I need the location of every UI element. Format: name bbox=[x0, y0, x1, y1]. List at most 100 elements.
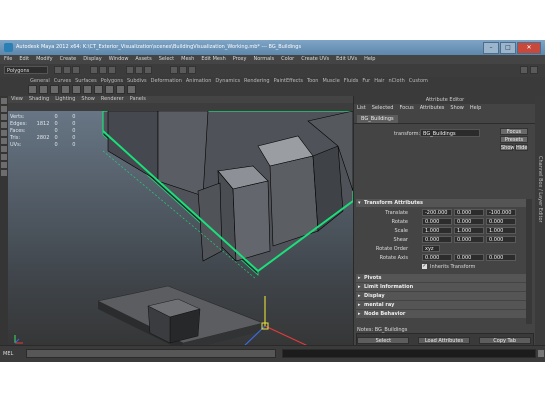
select-component-icon[interactable] bbox=[108, 66, 116, 74]
save-scene-icon[interactable] bbox=[72, 66, 80, 74]
channel-box-toggle-icon[interactable] bbox=[530, 66, 538, 74]
shear-xz-field[interactable]: 0.000 bbox=[454, 236, 484, 243]
viewport-menu-lighting[interactable]: Lighting bbox=[55, 96, 75, 103]
select-object-icon[interactable] bbox=[99, 66, 107, 74]
focus-button[interactable]: Focus bbox=[500, 128, 528, 135]
shelf-tab-animation[interactable]: Animation bbox=[186, 78, 212, 84]
show-button[interactable]: Show bbox=[500, 144, 515, 151]
menu-modify[interactable]: Modify bbox=[36, 55, 53, 64]
attribute-editor-toggle-icon[interactable] bbox=[520, 66, 528, 74]
perspective-viewport[interactable]: View Shading Lighting Show Renderer Pane… bbox=[8, 96, 353, 350]
menu-edit-uvs[interactable]: Edit UVs bbox=[336, 55, 357, 64]
shelf-tool-icon[interactable] bbox=[83, 85, 92, 94]
shelf-tool-icon[interactable] bbox=[116, 85, 125, 94]
lasso-tool-icon[interactable] bbox=[1, 106, 7, 112]
script-editor-icon[interactable] bbox=[538, 350, 544, 357]
menu-select[interactable]: Select bbox=[159, 55, 174, 64]
shelf-tab-muscle[interactable]: Muscle bbox=[322, 78, 339, 84]
menu-proxy[interactable]: Proxy bbox=[233, 55, 247, 64]
section-node-behavior[interactable]: Node Behavior bbox=[356, 310, 528, 318]
shelf-tool-icon[interactable] bbox=[61, 85, 70, 94]
menu-create[interactable]: Create bbox=[60, 55, 77, 64]
menu-normals[interactable]: Normals bbox=[253, 55, 274, 64]
shelf-tab-curves[interactable]: Curves bbox=[54, 78, 71, 84]
scale-x-field[interactable]: 1.000 bbox=[422, 227, 452, 234]
snap-curve-icon[interactable] bbox=[135, 66, 143, 74]
ae-menu-help[interactable]: Help bbox=[470, 104, 481, 112]
hide-button[interactable]: Hide bbox=[515, 144, 528, 151]
shelf-tab-dynamics[interactable]: Dynamics bbox=[215, 78, 240, 84]
copy-tab-button[interactable]: Copy Tab bbox=[478, 336, 531, 344]
shelf-tab-surfaces[interactable]: Surfaces bbox=[75, 78, 97, 84]
ae-menu-list[interactable]: List bbox=[357, 104, 366, 112]
shelf-tool-icon[interactable] bbox=[72, 85, 81, 94]
close-button[interactable]: ✕ bbox=[517, 42, 541, 54]
channel-box-tab[interactable]: Channel Box / Layer Editor bbox=[537, 156, 543, 223]
new-scene-icon[interactable] bbox=[54, 66, 62, 74]
rotate-axis-x-field[interactable]: 0.000 bbox=[422, 254, 452, 261]
translate-x-field[interactable]: -200.000 bbox=[422, 209, 452, 216]
attribute-editor-scrollbar[interactable] bbox=[526, 199, 532, 324]
paint-select-icon[interactable] bbox=[1, 114, 7, 120]
ae-menu-focus[interactable]: Focus bbox=[399, 104, 413, 112]
scale-z-field[interactable]: 1.000 bbox=[486, 227, 516, 234]
shelf-tool-icon[interactable] bbox=[105, 85, 114, 94]
menu-help[interactable]: Help bbox=[364, 55, 375, 64]
menu-color[interactable]: Color bbox=[281, 55, 294, 64]
shelf-tool-icon[interactable] bbox=[28, 85, 37, 94]
last-tool-icon[interactable] bbox=[1, 146, 7, 152]
ae-menu-attributes[interactable]: Attributes bbox=[420, 104, 445, 112]
menu-assets[interactable]: Assets bbox=[135, 55, 151, 64]
menu-display[interactable]: Display bbox=[83, 55, 101, 64]
shelf-tab-custom[interactable]: Custom bbox=[409, 78, 428, 84]
section-limit-information[interactable]: Limit Information bbox=[356, 283, 528, 291]
ae-menu-selected[interactable]: Selected bbox=[372, 104, 394, 112]
shelf-tab-fur[interactable]: Fur bbox=[362, 78, 370, 84]
shear-xy-field[interactable]: 0.000 bbox=[422, 236, 452, 243]
viewport-toolbar[interactable] bbox=[8, 103, 353, 111]
shelf-tab-hair[interactable]: Hair bbox=[374, 78, 384, 84]
maximize-button[interactable]: □ bbox=[500, 42, 516, 54]
shelf-tab-painteffects[interactable]: PaintEffects bbox=[274, 78, 303, 84]
presets-button[interactable]: Presets bbox=[500, 136, 528, 143]
open-scene-icon[interactable] bbox=[63, 66, 71, 74]
shelf-tab-general[interactable]: General bbox=[30, 78, 50, 84]
render-settings-icon[interactable] bbox=[188, 66, 196, 74]
render-icon[interactable] bbox=[170, 66, 178, 74]
snap-point-icon[interactable] bbox=[144, 66, 152, 74]
rotate-z-field[interactable]: 0.000 bbox=[486, 218, 516, 225]
menu-create-uvs[interactable]: Create UVs bbox=[301, 55, 329, 64]
load-attributes-button[interactable]: Load Attributes bbox=[417, 336, 470, 344]
select-tool-icon[interactable] bbox=[1, 98, 7, 104]
shelf-tool-icon[interactable] bbox=[127, 85, 136, 94]
section-mental-ray[interactable]: mental ray bbox=[356, 301, 528, 309]
select-button[interactable]: Select bbox=[357, 336, 410, 344]
minimize-button[interactable]: – bbox=[483, 42, 499, 54]
ipr-render-icon[interactable] bbox=[179, 66, 187, 74]
section-display[interactable]: Display bbox=[356, 292, 528, 300]
layout-single-icon[interactable] bbox=[1, 154, 7, 160]
menu-edit-mesh[interactable]: Edit Mesh bbox=[201, 55, 225, 64]
rotate-order-dropdown[interactable]: xyz bbox=[422, 245, 440, 252]
shelf-tab-subdivs[interactable]: Subdivs bbox=[127, 78, 147, 84]
rotate-tool-icon[interactable] bbox=[1, 130, 7, 136]
shelf-tab-deformation[interactable]: Deformation bbox=[151, 78, 182, 84]
shelf-tool-icon[interactable] bbox=[50, 85, 59, 94]
section-transform-attributes[interactable]: Transform Attributes bbox=[356, 199, 528, 207]
viewport-menu-shading[interactable]: Shading bbox=[29, 96, 49, 103]
menu-file[interactable]: File bbox=[4, 55, 12, 64]
shelf-tool-icon[interactable] bbox=[94, 85, 103, 94]
move-tool-icon[interactable] bbox=[1, 122, 7, 128]
inherits-transform-checkbox[interactable]: ✓ bbox=[422, 264, 427, 269]
layout-four-icon[interactable] bbox=[1, 162, 7, 168]
viewport-menu-show[interactable]: Show bbox=[81, 96, 95, 103]
rotate-axis-z-field[interactable]: 0.000 bbox=[486, 254, 516, 261]
transform-name-field[interactable]: BG_Buildings bbox=[420, 129, 480, 137]
viewport-menu-renderer[interactable]: Renderer bbox=[101, 96, 124, 103]
command-input[interactable] bbox=[26, 349, 276, 358]
ae-menu-show[interactable]: Show bbox=[450, 104, 464, 112]
snap-grid-icon[interactable] bbox=[126, 66, 134, 74]
shelf-tab-polygons[interactable]: Polygons bbox=[101, 78, 123, 84]
mel-toggle-button[interactable]: MEL bbox=[3, 350, 21, 358]
section-pivots[interactable]: Pivots bbox=[356, 274, 528, 282]
